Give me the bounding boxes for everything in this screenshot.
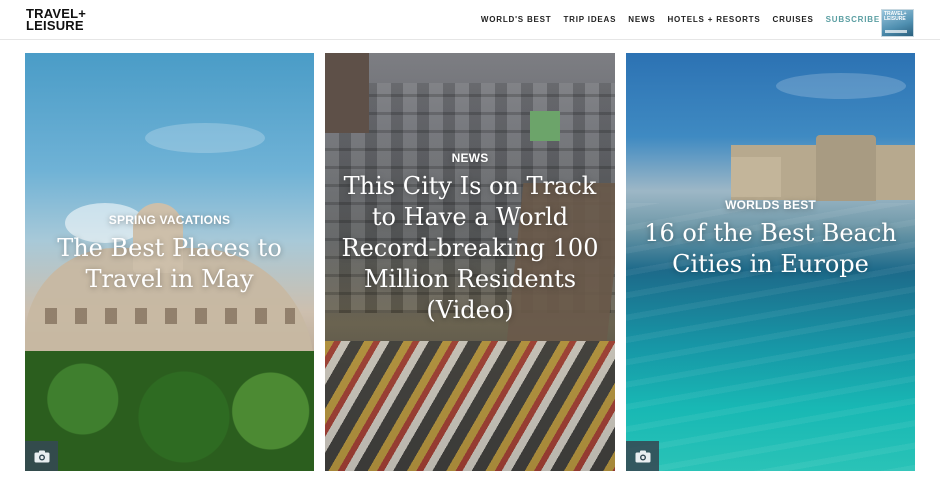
camera-glyph: [34, 450, 49, 462]
story-headline[interactable]: The Best Places to Travel in May: [25, 233, 314, 295]
story-category[interactable]: WORLDS BEST: [626, 198, 915, 212]
nav-news[interactable]: NEWS: [628, 15, 655, 24]
nav-cruises[interactable]: CRUISES: [773, 15, 814, 24]
camera-glyph: [635, 450, 650, 462]
travel-leisure-logo[interactable]: TRAVEL+ LEISURE: [26, 7, 98, 33]
cloud-shape: [776, 73, 906, 99]
magazine-cover-strip: [885, 30, 907, 33]
street-traffic-shape: [325, 341, 615, 471]
camera-icon: [25, 441, 58, 471]
site-header: TRAVEL+ LEISURE WORLD'S BEST TRIP IDEAS …: [0, 0, 940, 40]
building-shape: [325, 53, 369, 133]
nav-subscribe[interactable]: SUBSCRIBE: [826, 15, 880, 24]
building-shape: [530, 111, 560, 141]
camera-icon: [626, 441, 659, 471]
story-card-worlds-best[interactable]: WORLDS BEST 16 of the Best Beach Cities …: [626, 53, 915, 471]
windows-shape: [45, 308, 295, 324]
story-card-spring-vacations[interactable]: SPRING VACATIONS The Best Places to Trav…: [25, 53, 314, 471]
story-overlay-text: NEWS This City Is on Track to Have a Wor…: [325, 151, 615, 326]
fortress-tower-shape: [816, 135, 876, 201]
story-card-news[interactable]: NEWS This City Is on Track to Have a Wor…: [325, 53, 615, 471]
magazine-cover-title: TRAVEL+ LEISURE: [884, 11, 907, 22]
story-category[interactable]: SPRING VACATIONS: [25, 213, 314, 227]
trees-shape: [25, 351, 314, 471]
nav-hotels-resorts[interactable]: HOTELS + RESORTS: [667, 15, 760, 24]
story-category[interactable]: NEWS: [325, 151, 615, 165]
cloud-shape: [145, 123, 265, 153]
story-headline[interactable]: 16 of the Best Beach Cities in Europe: [626, 218, 915, 280]
nav-trip-ideas[interactable]: TRIP IDEAS: [564, 15, 617, 24]
magazine-cover-thumbnail[interactable]: TRAVEL+ LEISURE: [881, 9, 914, 37]
story-overlay-text: SPRING VACATIONS The Best Places to Trav…: [25, 213, 314, 295]
nav-worlds-best[interactable]: WORLD'S BEST: [481, 15, 552, 24]
fortress-shape: [731, 157, 781, 197]
story-overlay-text: WORLDS BEST 16 of the Best Beach Cities …: [626, 198, 915, 280]
logo-line-2: LEISURE: [26, 18, 84, 33]
main-nav: WORLD'S BEST TRIP IDEAS NEWS HOTELS + RE…: [481, 15, 880, 24]
story-headline[interactable]: This City Is on Track to Have a World Re…: [325, 171, 615, 326]
